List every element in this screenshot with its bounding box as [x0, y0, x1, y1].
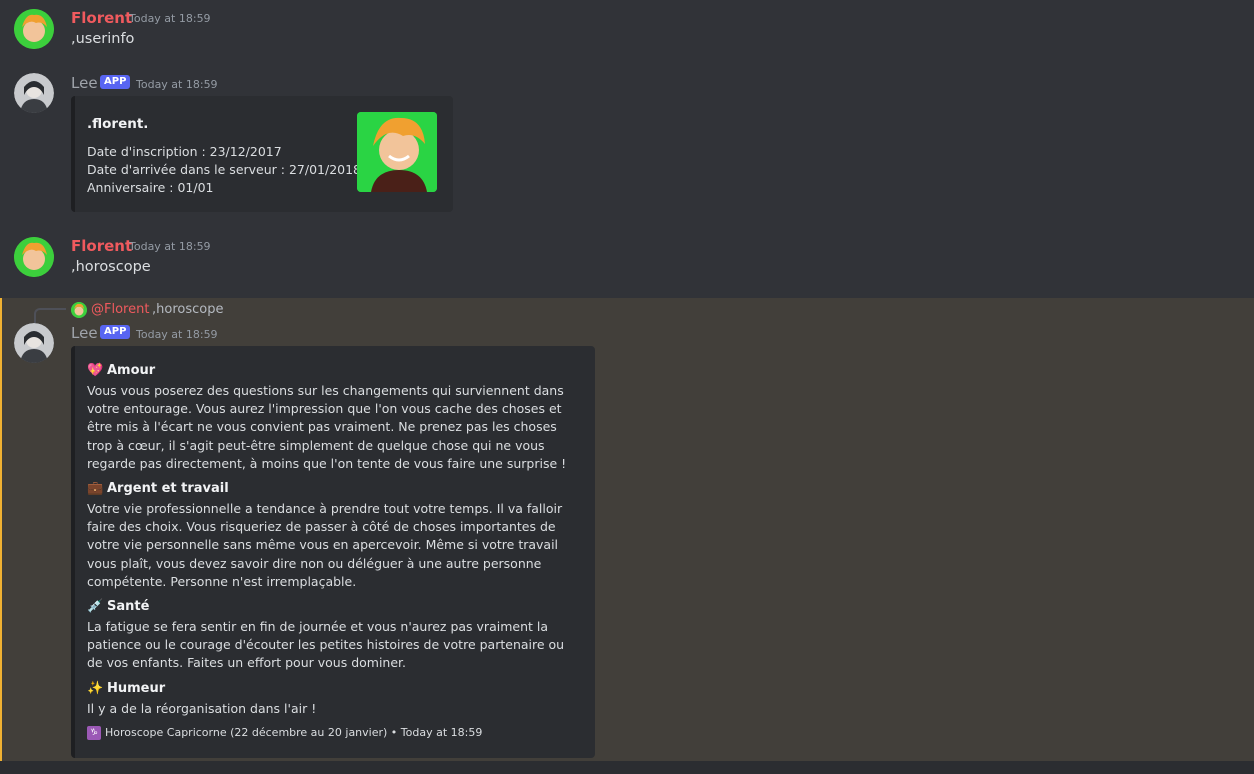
embed-title: .florent. [87, 116, 149, 132]
timestamp: Today at 18:59 [129, 240, 211, 253]
message-text: ,userinfo [71, 31, 135, 47]
timestamp: Today at 18:59 [136, 78, 218, 91]
embed-line: Anniversaire : 01/01 [87, 180, 214, 195]
section-body-amour: Vous vous poserez des questions sur les … [87, 383, 567, 471]
app-badge: APP [100, 325, 131, 339]
footer-text: Horoscope Capricorne (22 décembre au 20 … [105, 726, 483, 739]
sparkles-icon: ✨ [87, 681, 104, 696]
reply-avatar[interactable] [71, 302, 87, 318]
section-body-argent: Votre vie professionnelle a tendance à p… [87, 501, 563, 589]
reply-connector [34, 308, 66, 324]
embed-line: Date d'inscription : 23/12/2017 [87, 144, 282, 159]
lee-avatar[interactable] [14, 73, 54, 113]
section-body-humeur: Il y a de la réorganisation dans l'air ! [87, 701, 317, 716]
section-title-humeur: ✨ Humeur [87, 681, 166, 696]
userinfo-embed: .florent. Date d'inscription : 23/12/201… [71, 96, 453, 212]
username[interactable]: Lee [71, 324, 98, 342]
capricorn-icon: ♑ [87, 726, 101, 740]
embed-line: Date d'arrivée dans le serveur : 27/01/2… [87, 162, 361, 177]
briefcase-icon: 💼 [87, 481, 104, 496]
section-title-argent: 💼 Argent et travail [87, 481, 229, 496]
user-thumbnail[interactable] [357, 112, 437, 192]
username[interactable]: Florent [71, 9, 132, 27]
section-body-sante: La fatigue se fera sentir en fin de jour… [87, 619, 565, 671]
timestamp: Today at 18:59 [136, 328, 218, 341]
bottom-bar [0, 761, 1254, 774]
section-title-sante: 💉 Santé [87, 599, 150, 614]
username[interactable]: Lee [71, 74, 98, 92]
heart-icon: 💖 [87, 363, 104, 378]
timestamp: Today at 18:59 [129, 12, 211, 25]
syringe-icon: 💉 [87, 599, 104, 614]
reply-text[interactable]: ,horoscope [152, 302, 223, 317]
lee-avatar[interactable] [14, 323, 54, 363]
embed-footer: ♑ Horoscope Capricorne (22 décembre au 20… [87, 726, 482, 740]
horoscope-embed: 💖 Amour Vous vous poserez des questions s… [71, 346, 595, 758]
florent-avatar[interactable] [14, 9, 54, 49]
app-badge: APP [100, 75, 131, 89]
message-text: ,horoscope [71, 259, 151, 275]
username[interactable]: Florent [71, 237, 132, 255]
florent-avatar[interactable] [14, 237, 54, 277]
section-title-amour: 💖 Amour [87, 363, 156, 378]
reply-mention[interactable]: @Florent [91, 302, 149, 317]
